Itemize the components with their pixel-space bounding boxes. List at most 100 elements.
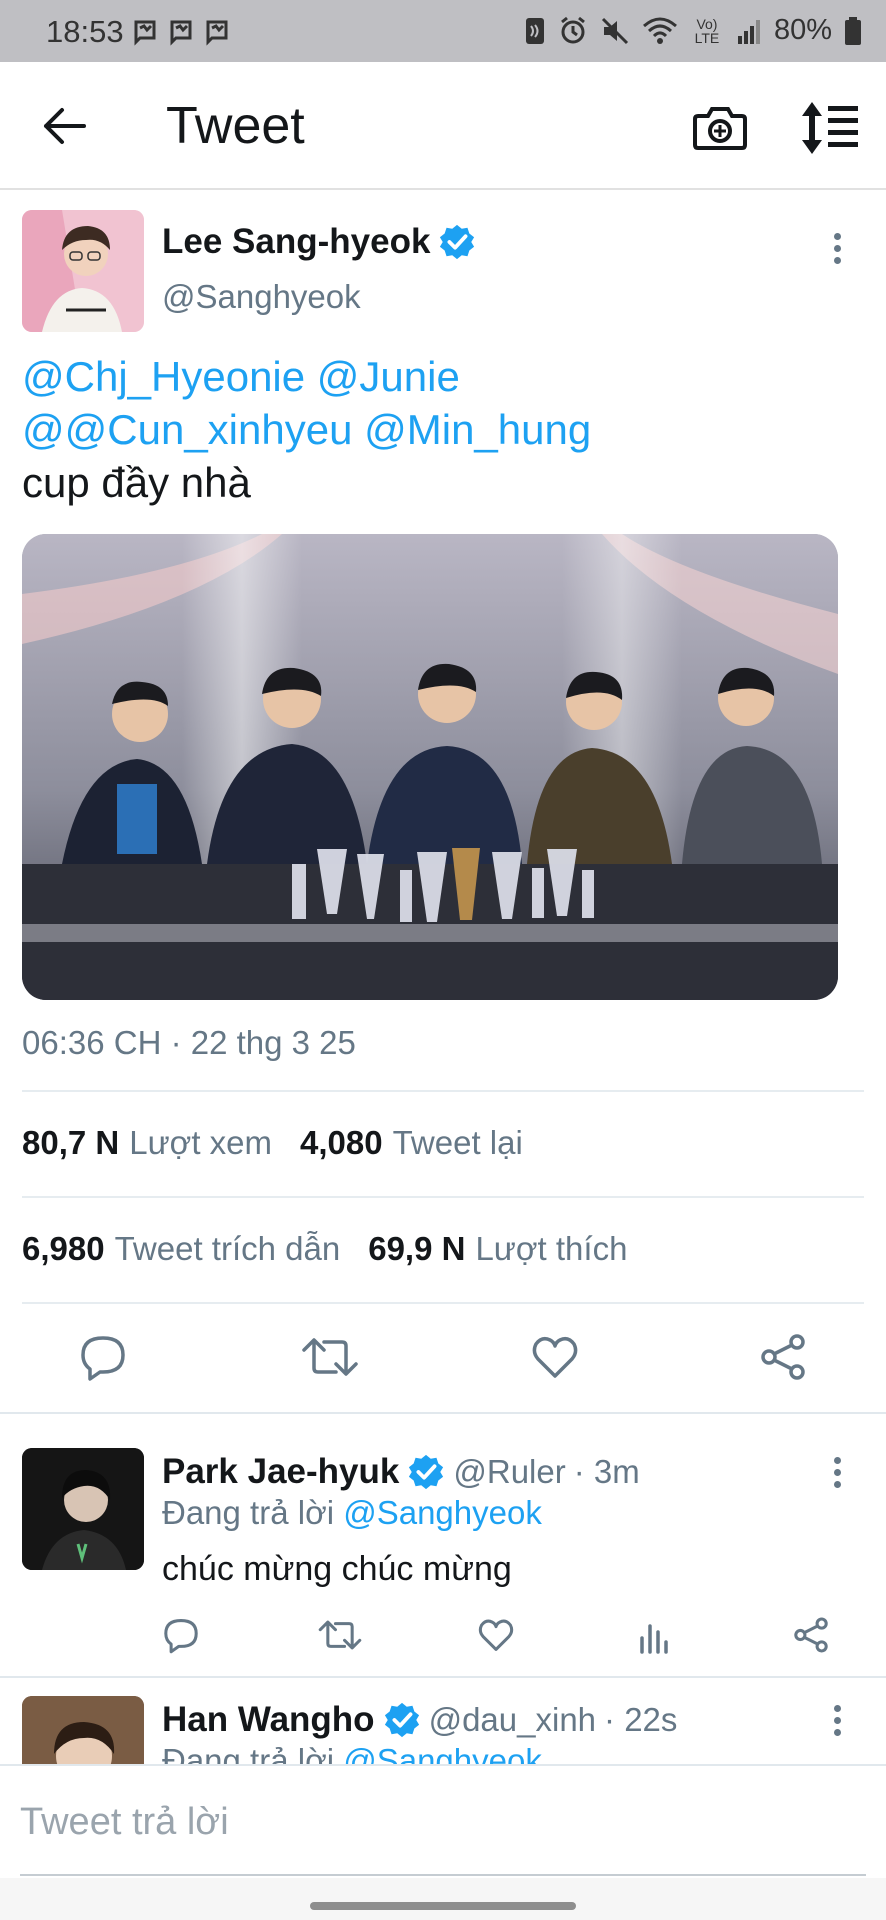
camera-button[interactable] <box>690 98 750 158</box>
avatar-photo <box>22 1448 144 1570</box>
verified-badge-icon <box>384 1702 419 1738</box>
alarm-icon <box>561 16 585 43</box>
reply-icon <box>164 1619 198 1654</box>
camera-plus-icon <box>693 107 747 150</box>
author-handle[interactable]: @Sanghyeok <box>162 278 361 316</box>
retweet-button[interactable] <box>318 1616 362 1654</box>
share-icon <box>794 1617 828 1653</box>
reply-author-handle[interactable]: @Ruler <box>453 1453 565 1491</box>
mention-link[interactable]: @Junie <box>317 353 460 400</box>
avatar-photo <box>22 210 144 332</box>
retweets-stat[interactable]: 4,080 Tweet lại <box>300 1124 523 1162</box>
author-name: Lee Sang-hyeok <box>162 222 431 261</box>
nfc-icon <box>525 17 544 44</box>
tweet-action-bar <box>0 1300 886 1410</box>
divider <box>0 1676 886 1678</box>
back-button[interactable] <box>36 98 92 154</box>
stats-row-1: 80,7 N Lượt xem 4,080 Tweet lại <box>22 1124 523 1162</box>
mention-link[interactable]: @Chj_Hyeonie <box>22 353 305 400</box>
replying-to: Đang trả lời @Sanghyeok <box>162 1494 542 1532</box>
verified-badge-icon <box>409 1454 444 1490</box>
reply-avatar[interactable] <box>22 1448 144 1570</box>
system-icons: Vo) LTE 80% <box>524 14 862 47</box>
likes-count: 69,9 N <box>368 1230 466 1267</box>
volte-icon: Vo) LTE <box>694 15 720 46</box>
retweets-count: 4,080 <box>300 1124 383 1161</box>
page-title: Tweet <box>166 97 305 155</box>
battery-percent: 80% <box>773 14 832 46</box>
divider <box>22 1090 864 1092</box>
quotes-count: 6,980 <box>22 1230 105 1267</box>
retweet-icon <box>302 1338 358 1376</box>
reply-author-name[interactable]: Park Jae-hyuk <box>162 1452 399 1492</box>
more-dot-icon <box>833 1728 841 1736</box>
stats-row-2: 6,980 Tweet trích dẫn 69,9 N Lượt thích <box>22 1230 627 1268</box>
views-count: 80,7 N <box>22 1124 120 1161</box>
likes-label: Lượt thích <box>475 1230 628 1267</box>
reply-input[interactable] <box>20 1794 866 1850</box>
home-gesture-bar[interactable] <box>310 1902 576 1910</box>
share-icon <box>761 1334 805 1380</box>
wifi-icon <box>642 17 677 44</box>
reply-composer <box>0 1764 886 1874</box>
reply-more-button[interactable] <box>822 1698 852 1742</box>
author-name-row[interactable]: Lee Sang-hyeok <box>162 222 476 262</box>
replying-prefix: Đang trả lời <box>162 1494 335 1531</box>
mention-link[interactable]: @Min_hung <box>364 406 591 453</box>
author-avatar[interactable] <box>22 210 144 332</box>
system-nav-bar <box>0 1878 886 1920</box>
more-dot-icon <box>833 1716 841 1724</box>
reply-more-button[interactable] <box>822 1450 852 1494</box>
signal-icon <box>737 19 760 44</box>
sort-icon <box>802 102 858 154</box>
analytics-button[interactable] <box>636 1616 674 1654</box>
reply-header: Park Jae-hyuk @Ruler · 3m <box>162 1452 640 1492</box>
more-dot-icon <box>833 1480 841 1488</box>
tweet-timestamp: 06:36 CH · 22 thg 3 25 <box>22 1024 356 1061</box>
heart-icon <box>532 1336 578 1378</box>
battery-icon <box>845 16 861 45</box>
divider <box>22 1196 864 1198</box>
views-stat[interactable]: 80,7 N Lượt xem <box>22 1124 272 1162</box>
mention-link[interactable]: @@Cun_xinhyeu <box>22 406 352 453</box>
reply-action-bar <box>0 1616 886 1676</box>
tweet-line-3: cup đầy nhà <box>22 459 251 506</box>
quotes-stat[interactable]: 6,980 Tweet trích dẫn <box>22 1230 340 1268</box>
tweet-line-2: @@Cun_xinhyeu @Min_hung <box>22 403 591 456</box>
tweet-text: @Chj_Hyeonie @Junie @@Cun_xinhyeu @Min_h… <box>22 350 591 509</box>
tweet-photo[interactable] <box>22 534 838 1000</box>
status-bar: 18:53 Vo) LTE 80% <box>0 0 886 62</box>
share-button[interactable] <box>758 1332 808 1382</box>
status-time: 18:53 <box>46 14 124 49</box>
heart-icon <box>478 1619 514 1651</box>
analytics-icon <box>640 1624 668 1654</box>
reply-button[interactable] <box>162 1616 200 1654</box>
replying-to-mention[interactable]: @Sanghyeok <box>343 1494 542 1531</box>
divider <box>0 1412 886 1414</box>
top-app-bar: Tweet <box>0 62 886 190</box>
photo-image <box>22 534 838 1000</box>
like-button[interactable] <box>530 1332 580 1382</box>
reply-author-handle[interactable]: @dau_xinh <box>429 1701 596 1739</box>
share-button[interactable] <box>792 1616 830 1654</box>
verified-badge-icon <box>440 224 475 260</box>
likes-stat[interactable]: 69,9 N Lượt thích <box>368 1230 627 1268</box>
messenger-icon <box>170 20 192 46</box>
messenger-icon <box>134 20 156 46</box>
composer-underline <box>20 1874 866 1876</box>
more-dot-icon <box>833 1456 841 1464</box>
views-label: Lượt xem <box>129 1124 272 1161</box>
retweet-button[interactable] <box>302 1332 358 1382</box>
quotes-label: Tweet trích dẫn <box>114 1230 341 1267</box>
more-dot-icon <box>833 1704 841 1712</box>
retweets-label: Tweet lại <box>392 1124 523 1161</box>
tweet-more-button[interactable] <box>822 226 852 270</box>
reply-author-name[interactable]: Han Wangho <box>162 1700 375 1740</box>
more-dot-icon <box>833 232 841 240</box>
like-button[interactable] <box>477 1616 515 1654</box>
reply-button[interactable] <box>78 1332 128 1382</box>
sort-replies-button[interactable] <box>798 98 862 158</box>
notification-icons <box>132 16 230 46</box>
reply-header: Han Wangho @dau_xinh · 22s <box>162 1700 677 1740</box>
reply-time: · 3m <box>573 1453 640 1490</box>
